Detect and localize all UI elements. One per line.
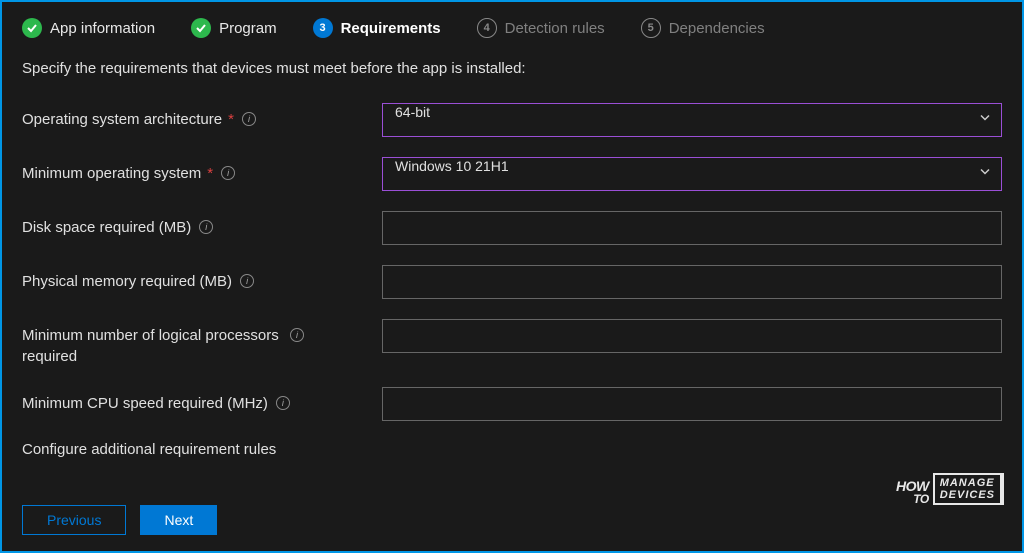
field-label: Minimum CPU speed required (MHz) i: [22, 387, 382, 414]
info-icon[interactable]: i: [242, 112, 256, 126]
field-label: Minimum operating system * i: [22, 157, 382, 184]
previous-button[interactable]: Previous: [22, 505, 126, 535]
field-label: Disk space required (MB) i: [22, 211, 382, 238]
min-os-select[interactable]: Windows 10 21H1: [382, 157, 1002, 191]
step-number-badge: 3: [313, 18, 333, 38]
field-os-architecture: Operating system architecture * i 64-bit: [22, 103, 1002, 137]
info-icon[interactable]: i: [199, 220, 213, 234]
check-icon: [22, 18, 42, 38]
step-number-badge: 5: [641, 18, 661, 38]
disk-space-input[interactable]: [382, 211, 1002, 245]
page-description: Specify the requirements that devices mu…: [22, 60, 1002, 77]
os-architecture-select[interactable]: 64-bit: [382, 103, 1002, 137]
wizard-footer-buttons: Previous Next: [22, 505, 217, 535]
required-asterisk: *: [228, 109, 234, 130]
field-label: Operating system architecture * i: [22, 103, 382, 130]
field-cpu-speed: Minimum CPU speed required (MHz) i: [22, 387, 1002, 421]
watermark: HOW TO MANAGE DEVICES: [896, 473, 1004, 505]
field-min-os: Minimum operating system * i Windows 10 …: [22, 157, 1002, 191]
info-icon[interactable]: i: [221, 166, 235, 180]
tab-detection-rules[interactable]: 4 Detection rules: [477, 18, 605, 38]
tab-requirements[interactable]: 3 Requirements: [313, 18, 441, 38]
required-asterisk: *: [207, 163, 213, 184]
tab-program[interactable]: Program: [191, 18, 277, 38]
tab-label: Requirements: [341, 20, 441, 37]
tab-app-information[interactable]: App information: [22, 18, 155, 38]
info-icon[interactable]: i: [290, 328, 304, 342]
wizard-tabs: App information Program 3 Requirements 4…: [22, 18, 1002, 38]
info-icon[interactable]: i: [276, 396, 290, 410]
field-logical-processors: Minimum number of logical processors req…: [22, 319, 1002, 367]
field-label: Physical memory required (MB) i: [22, 265, 382, 292]
cpu-speed-input[interactable]: [382, 387, 1002, 421]
step-number-badge: 4: [477, 18, 497, 38]
tab-label: App information: [50, 20, 155, 37]
field-disk-space: Disk space required (MB) i: [22, 211, 1002, 245]
next-button[interactable]: Next: [140, 505, 217, 535]
tab-dependencies[interactable]: 5 Dependencies: [641, 18, 765, 38]
info-icon[interactable]: i: [240, 274, 254, 288]
tab-label: Dependencies: [669, 20, 765, 37]
tab-label: Detection rules: [505, 20, 605, 37]
physical-memory-input[interactable]: [382, 265, 1002, 299]
field-physical-memory: Physical memory required (MB) i: [22, 265, 1002, 299]
additional-rules-heading: Configure additional requirement rules: [22, 441, 1002, 458]
check-icon: [191, 18, 211, 38]
field-label: Minimum number of logical processors req…: [22, 319, 382, 367]
tab-label: Program: [219, 20, 277, 37]
logical-processors-input[interactable]: [382, 319, 1002, 353]
